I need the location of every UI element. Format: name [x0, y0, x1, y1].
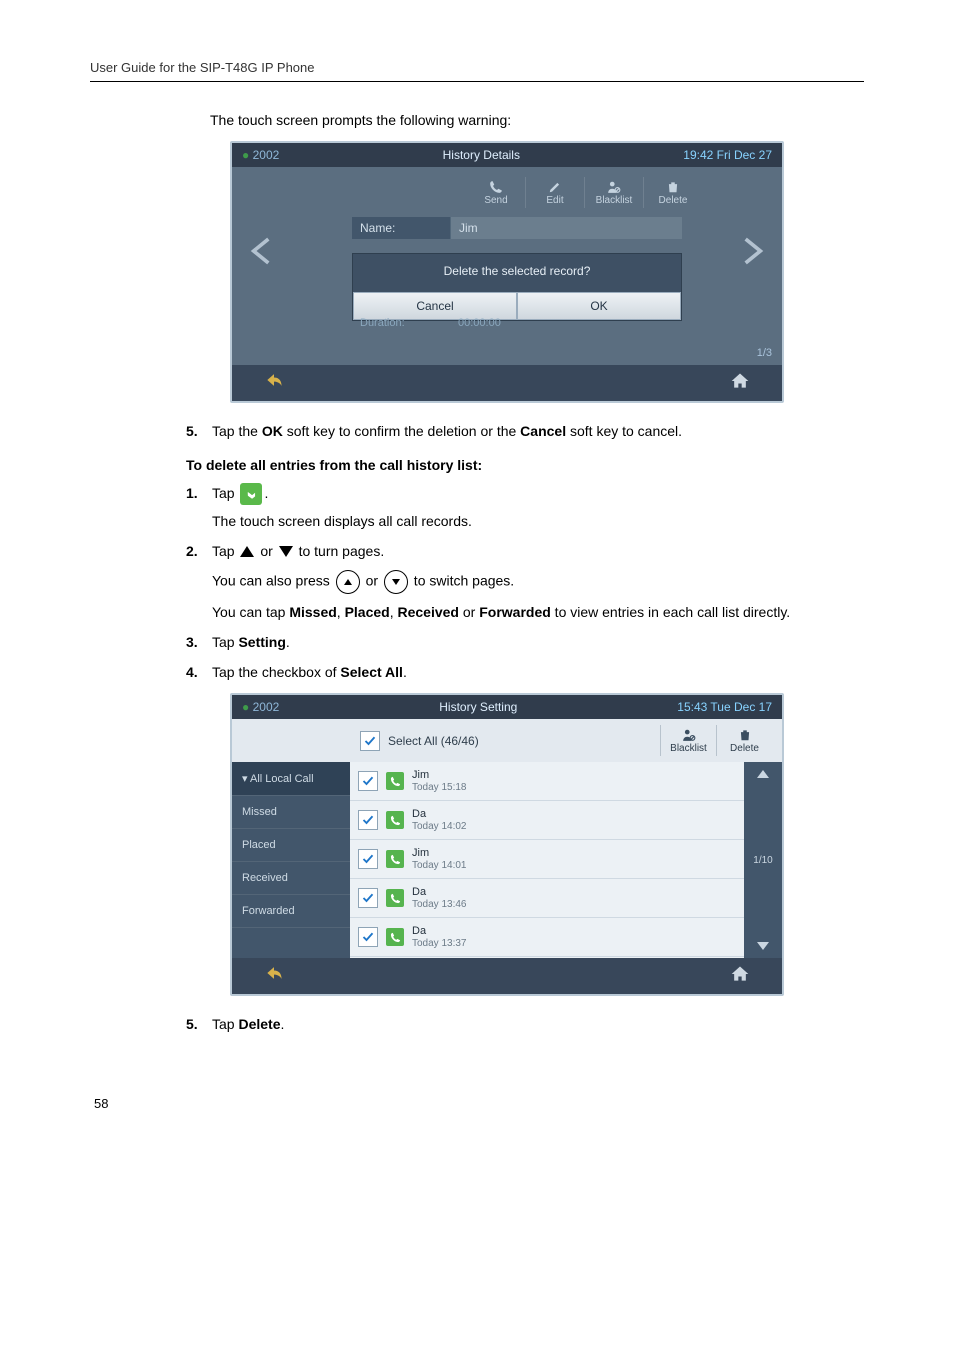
- s2-step5: Tap Delete.: [212, 1014, 864, 1036]
- sidebar-item-placed[interactable]: Placed: [232, 829, 350, 862]
- sidebar-item-forwarded[interactable]: Forwarded: [232, 895, 350, 928]
- extension-number: ● 2002: [242, 700, 279, 714]
- s2-step4: Tap the checkbox of Select All.: [212, 662, 864, 684]
- phone-icon: [467, 179, 525, 195]
- list-item[interactable]: DaToday 14:02: [350, 801, 744, 840]
- list-item[interactable]: DaToday 13:46: [350, 879, 744, 918]
- row-checkbox[interactable]: [358, 849, 378, 869]
- pencil-icon: [526, 179, 584, 195]
- name-label: Name:: [352, 217, 450, 239]
- actionbar: Send Edit Blacklist Delete: [412, 171, 702, 213]
- key-up-icon: [336, 570, 360, 594]
- name-field: Name: Jim: [352, 217, 682, 239]
- step-number-5b: 5.: [186, 1014, 212, 1036]
- step-number-5: 5.: [186, 421, 212, 443]
- titlebar: ● 2002 History Details 19:42 Fri Dec 27: [232, 143, 782, 167]
- key-down-icon: [384, 570, 408, 594]
- sidebar-item-missed[interactable]: Missed: [232, 796, 350, 829]
- user-blocked-icon: [585, 179, 643, 195]
- running-header: User Guide for the SIP-T48G IP Phone: [90, 60, 864, 82]
- pager: 1/3: [757, 347, 772, 359]
- blacklist-button[interactable]: Blacklist: [584, 177, 643, 208]
- screenshot-history-setting: ● 2002 History Setting 15:43 Tue Dec 17 …: [230, 693, 784, 996]
- triangle-up-icon: [240, 546, 254, 557]
- sidebar: ▾ All Local Call Missed Placed Received …: [232, 762, 350, 958]
- back-icon[interactable]: [264, 963, 284, 989]
- triangle-down-icon: [279, 546, 293, 557]
- home-icon[interactable]: [730, 964, 750, 989]
- datetime: 15:43 Tue Dec 17: [677, 700, 772, 714]
- step-number-1: 1.: [186, 483, 212, 505]
- duration-value: 00:00:00: [450, 313, 509, 333]
- user-blocked-icon: [661, 727, 716, 743]
- titlebar: ● 2002 History Setting 15:43 Tue Dec 17: [232, 695, 782, 719]
- section-title: To delete all entries from the call hist…: [186, 457, 864, 473]
- outgoing-call-icon: [386, 928, 404, 946]
- scroller: 1/10: [744, 762, 782, 958]
- screenshot-history-details: ● 2002 History Details 19:42 Fri Dec 27 …: [230, 141, 784, 403]
- select-all-checkbox[interactable]: [360, 731, 380, 751]
- step-number-3: 3.: [186, 632, 212, 654]
- list-item[interactable]: JimToday 14:01: [350, 840, 744, 879]
- scroll-up-icon[interactable]: [757, 770, 769, 778]
- edit-button[interactable]: Edit: [525, 177, 584, 208]
- s2-step3: Tap Setting.: [212, 632, 864, 654]
- back-icon[interactable]: [264, 370, 284, 396]
- list-item[interactable]: DaToday 13:37: [350, 918, 744, 957]
- outgoing-call-icon: [386, 889, 404, 907]
- duration-field: Duration: 00:00:00: [352, 313, 682, 333]
- page-number: 58: [94, 1096, 864, 1111]
- confirm-dialog: Delete the selected record? Cancel OK: [352, 253, 682, 321]
- history-icon: [240, 483, 262, 505]
- bottombar: [232, 958, 782, 994]
- home-icon[interactable]: [730, 371, 750, 396]
- trash-icon: [717, 727, 772, 743]
- delete-button[interactable]: Delete: [716, 725, 772, 756]
- select-all-label: Select All (46/46): [388, 734, 479, 748]
- s2-step2: Tap or to turn pages. You can also press…: [212, 541, 864, 624]
- window-title: History Setting: [439, 700, 517, 714]
- step-number-2: 2.: [186, 541, 212, 563]
- page-indicator: 1/10: [753, 855, 772, 866]
- row-checkbox[interactable]: [358, 888, 378, 908]
- scroll-down-icon[interactable]: [757, 942, 769, 950]
- step5-body: Tap the OK soft key to confirm the delet…: [212, 421, 864, 443]
- bottombar: [232, 365, 782, 401]
- outgoing-call-icon: [386, 850, 404, 868]
- extension-number: ● 2002: [242, 148, 279, 162]
- dialog-message: Delete the selected record?: [353, 254, 681, 292]
- step-number-4: 4.: [186, 662, 212, 684]
- list-item[interactable]: JimToday 15:18: [350, 762, 744, 801]
- datetime: 19:42 Fri Dec 27: [683, 148, 772, 162]
- outgoing-call-icon: [386, 772, 404, 790]
- intro-line: The touch screen prompts the following w…: [210, 110, 864, 131]
- row-checkbox[interactable]: [358, 771, 378, 791]
- row-checkbox[interactable]: [358, 927, 378, 947]
- actionbar: Select All (46/46) Blacklist Delete: [232, 719, 782, 762]
- s2-step1: Tap . The touch screen displays all call…: [212, 483, 864, 533]
- blacklist-button[interactable]: Blacklist: [660, 725, 716, 756]
- sidebar-item-received[interactable]: Received: [232, 862, 350, 895]
- trash-icon: [644, 179, 702, 195]
- sidebar-item-all[interactable]: ▾ All Local Call: [232, 762, 350, 796]
- name-value: Jim: [450, 217, 682, 239]
- call-list: JimToday 15:18 DaToday 14:02 JimToday 14…: [350, 762, 744, 958]
- next-record-arrow[interactable]: [724, 167, 782, 335]
- duration-label: Duration:: [352, 313, 450, 333]
- prev-record-arrow[interactable]: [232, 167, 290, 335]
- outgoing-call-icon: [386, 811, 404, 829]
- send-button[interactable]: Send: [467, 177, 525, 208]
- window-title: History Details: [443, 148, 520, 162]
- row-checkbox[interactable]: [358, 810, 378, 830]
- delete-button[interactable]: Delete: [643, 177, 702, 208]
